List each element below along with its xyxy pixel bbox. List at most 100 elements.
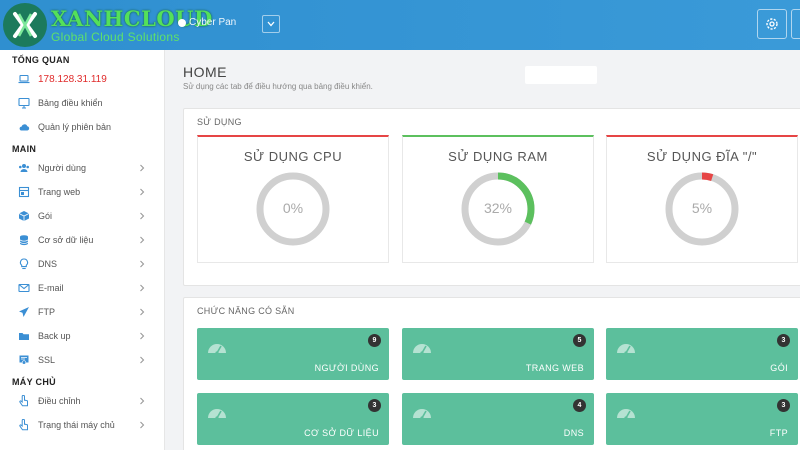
sidebar-item-label: Gói <box>38 211 53 221</box>
count-badge: 3 <box>368 399 381 412</box>
sidebar-item-paper-plane[interactable]: FTP <box>0 300 164 324</box>
chevron-down-icon <box>267 21 275 27</box>
sidebar-item-label: Bảng điều khiển <box>38 98 103 108</box>
sidebar-item-label: Người dùng <box>38 163 86 173</box>
database-icon <box>18 234 30 246</box>
feature-tile[interactable]: 5 TRANG WEB <box>402 328 594 380</box>
user-dropdown-button[interactable] <box>262 15 280 33</box>
chevron-right-icon <box>140 308 145 316</box>
sidebar-item-label: 178.128.31.119 <box>38 73 107 85</box>
blank-field <box>525 66 597 84</box>
sidebar-item-label: Điều chỉnh <box>38 396 81 406</box>
sidebar-item-envelope[interactable]: E-mail <box>0 276 164 300</box>
gauge-title: SỬ DỤNG CPU <box>243 149 343 164</box>
gauge-value: 32% <box>483 200 513 216</box>
sidebar: TỔNG QUAN 178.128.31.119 Bảng điều khiển Qu… <box>0 50 165 450</box>
chevron-right-icon <box>140 397 145 405</box>
sidebar-item-globe[interactable]: Trang web <box>0 180 164 204</box>
sidebar-item-certificate[interactable]: SSL <box>0 348 164 372</box>
sidebar-item-label: DNS <box>38 259 58 269</box>
sidebar-item-label: E-mail <box>38 283 64 293</box>
hand-pointer-icon <box>18 419 30 431</box>
feature-tile[interactable]: 3 CƠ SỞ DỮ LIỆU <box>197 393 389 445</box>
sidebar-section-title: MAIN <box>12 144 37 154</box>
feature-tile[interactable]: 4 DNS <box>402 393 594 445</box>
gear-icon <box>766 18 778 30</box>
sidebar-item-label: Trạng thái máy chủ <box>38 420 115 430</box>
sidebar-item-database[interactable]: Cơ sở dữ liệu <box>0 228 164 252</box>
feature-tile[interactable]: 9 NGƯỜI DÙNG <box>197 328 389 380</box>
brand-x-icon <box>3 3 47 47</box>
header-extra-button[interactable] <box>791 9 800 39</box>
user-avatar-icon <box>178 18 186 27</box>
dashboard-gauge-icon <box>413 344 431 355</box>
gauge-value: 0% <box>282 200 304 216</box>
chevron-right-icon <box>140 260 145 268</box>
count-badge: 5 <box>573 334 586 347</box>
dashboard-gauge-icon <box>208 409 226 420</box>
sidebar-item-lightbulb[interactable]: DNS <box>0 252 164 276</box>
sidebar-section-title: TỔNG QUAN <box>12 55 70 65</box>
sidebar-item-label: Back up <box>38 331 71 341</box>
user-name: Cyber Pan <box>189 17 237 28</box>
usage-panel: SỬ DỤNG SỬ DỤNG CPU 0% SỬ DỤNG RAM 32% SỬ DỤ… <box>183 108 800 286</box>
count-badge: 3 <box>777 334 790 347</box>
users-icon <box>18 162 30 174</box>
tile-label: TRANG WEB <box>525 363 584 373</box>
folder-icon <box>18 330 30 342</box>
settings-button[interactable] <box>757 9 787 39</box>
sidebar-item-monitor[interactable]: Bảng điều khiển <box>0 91 164 115</box>
chevron-right-icon <box>140 421 145 429</box>
tile-label: GÓI <box>770 363 788 373</box>
dashboard-gauge-icon <box>617 409 635 420</box>
globe-icon <box>18 186 30 198</box>
chevron-right-icon <box>140 164 145 172</box>
sidebar-item-label: SSL <box>38 355 56 365</box>
features-panel-title: CHỨC NĂNG CÓ SẴN <box>197 306 295 316</box>
lightbulb-icon <box>18 258 30 270</box>
main-content: HOME Sử dụng các tab để điều hướng qua b… <box>165 50 800 450</box>
envelope-icon <box>18 282 30 294</box>
chevron-right-icon <box>140 188 145 196</box>
chevron-right-icon <box>140 332 145 340</box>
laptop-icon <box>18 73 30 85</box>
sidebar-section-title: MÁY CHỦ <box>12 377 56 387</box>
certificate-icon <box>18 354 30 366</box>
hand-pointer-icon <box>18 395 30 407</box>
page-subtitle: Sử dụng các tab để điều hướng qua bảng đ… <box>183 82 373 91</box>
feature-tile[interactable]: 3 FTP <box>606 393 798 445</box>
feature-tile[interactable]: 3 GÓI <box>606 328 798 380</box>
tile-label: CƠ SỞ DỮ LIỆU <box>304 428 379 438</box>
features-panel: CHỨC NĂNG CÓ SẴN 9 NGƯỜI DÙNG 5 TRANG WEB 3 G… <box>183 297 800 450</box>
sidebar-item-label: Cơ sở dữ liệu <box>38 235 94 245</box>
sidebar-item-cloud[interactable]: Quản lý phiên bản <box>0 115 164 139</box>
tile-label: NGƯỜI DÙNG <box>314 363 379 373</box>
page-title: HOME <box>183 64 227 80</box>
usage-panel-title: SỬ DỤNG <box>197 117 242 127</box>
paper-plane-icon <box>18 306 30 318</box>
count-badge: 4 <box>573 399 586 412</box>
dashboard-gauge-icon <box>617 344 635 355</box>
usage-gauge-card: SỬ DỤNG RAM 32% <box>402 135 594 263</box>
gauge-title: SỬ DỤNG RAM <box>448 149 548 164</box>
gauge-value: 5% <box>691 200 713 216</box>
gauge-title: SỬ DỤNG ĐĨA "/" <box>646 149 758 164</box>
brand-tagline: Global Cloud Solutions <box>51 29 180 44</box>
sidebar-item-hand-pointer[interactable]: Điều chỉnh <box>0 389 164 413</box>
sidebar-item-label: Trang web <box>38 187 81 197</box>
sidebar-item-ip-address[interactable]: 178.128.31.119 <box>0 67 164 91</box>
box-icon <box>18 210 30 222</box>
user-menu[interactable]: Cyber Pan <box>178 17 236 28</box>
chevron-right-icon <box>140 356 145 364</box>
tile-label: DNS <box>563 428 584 438</box>
sidebar-item-label: Quản lý phiên bản <box>38 122 112 132</box>
monitor-icon <box>18 97 30 109</box>
cloud-icon <box>18 121 30 133</box>
sidebar-item-folder[interactable]: Back up <box>0 324 164 348</box>
sidebar-item-box[interactable]: Gói <box>0 204 164 228</box>
sidebar-item-hand-pointer[interactable]: Trạng thái máy chủ <box>0 413 164 437</box>
dashboard-gauge-icon <box>413 409 431 420</box>
chevron-right-icon <box>140 284 145 292</box>
sidebar-item-users[interactable]: Người dùng <box>0 156 164 180</box>
sidebar-item-label: FTP <box>38 307 55 317</box>
